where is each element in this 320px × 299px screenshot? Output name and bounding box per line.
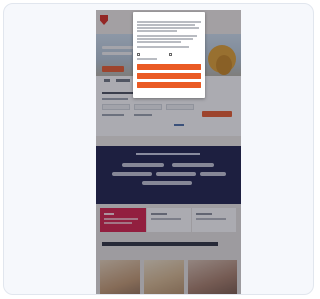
cookie-dialog-text [137,27,199,29]
cookie-dialog-text [137,21,201,23]
cookie-dialog-text [137,38,193,40]
cookie-dialog-text [137,41,181,43]
cookie-dialog-text [137,24,195,26]
cookie-dialog-text [137,46,189,48]
accept-selected-button[interactable] [137,73,201,79]
cookie-dialog-text [137,58,157,60]
cookie-consent-dialog [133,12,205,98]
accept-all-button[interactable] [137,64,201,70]
website-screenshot [96,10,241,294]
cookie-dialog-text [137,30,177,32]
cookie-checkbox-necessary[interactable] [137,53,140,56]
cookie-checkbox-statistics[interactable] [169,53,172,56]
cookie-dialog-text [137,35,197,37]
screenshot-card [3,3,314,295]
reject-button[interactable] [137,82,201,88]
